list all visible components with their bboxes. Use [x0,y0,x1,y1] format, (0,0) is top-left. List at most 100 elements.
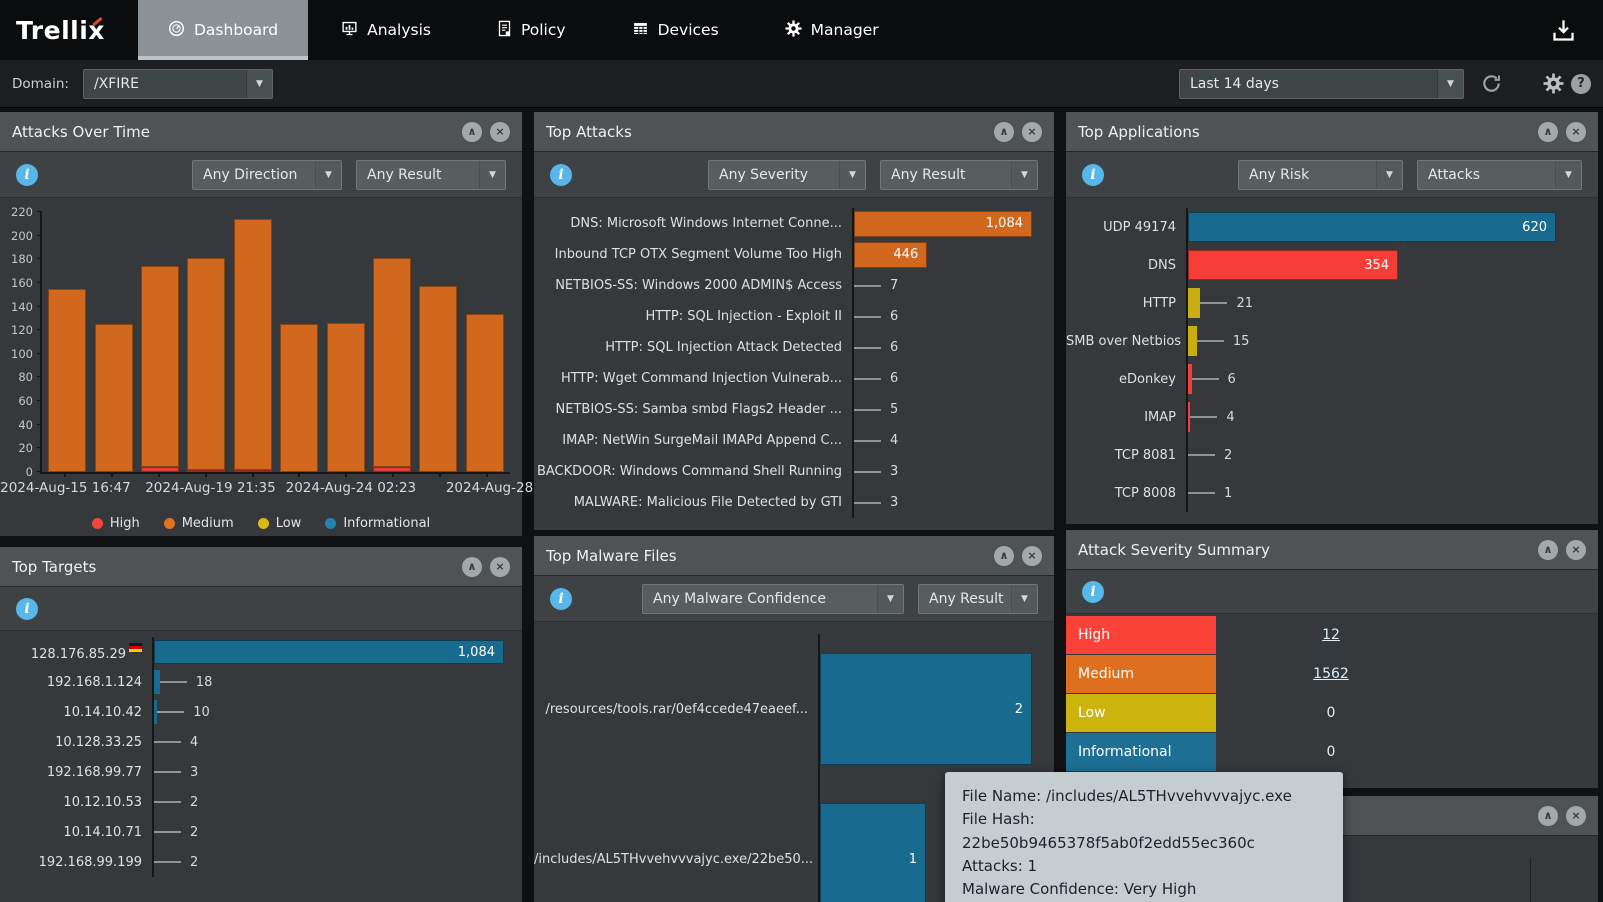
result-select[interactable]: Any Result ▼ [356,160,506,190]
x-axis-tick [252,472,254,477]
row-label: 192.168.1.124 [0,675,152,690]
collapse-icon[interactable]: ∧ [994,122,1014,142]
info-icon[interactable]: i [1082,164,1104,186]
column-bar[interactable] [280,324,318,472]
chart-row: HTTP: SQL Injection Attack Detected6 [534,332,1054,363]
column-bar[interactable] [373,258,411,472]
help-icon[interactable]: ? [1571,74,1591,94]
bar-UDP 49174[interactable]: 620 [1188,212,1556,242]
column-bar[interactable] [419,286,457,472]
close-icon[interactable]: × [490,122,510,142]
result-select[interactable]: Any Result ▼ [918,584,1038,614]
collapse-icon[interactable]: ∧ [462,122,482,142]
bar-value: 2 [190,855,198,870]
time-range-select[interactable]: Last 14 days ▼ [1179,69,1464,99]
bar-/resources/tools.rar/0ef4ccede47eaeef...[interactable]: 2 [820,653,1032,765]
collapse-icon[interactable]: ∧ [994,546,1014,566]
chart-row: BACKDOOR: Windows Command Shell Running3 [534,456,1054,487]
chevron-down-icon: ▼ [1555,161,1581,189]
row-label: DNS [1066,258,1186,273]
segment-medium [373,258,411,467]
bar-value: 2 [1015,702,1031,717]
malware-confidence-select[interactable]: Any Malware Confidence ▼ [642,584,904,614]
close-icon[interactable]: × [1566,540,1586,560]
collapse-icon[interactable]: ∧ [1538,540,1558,560]
chart-row: HTTP: SQL Injection - Exploit II6 [534,301,1054,332]
row-label: 192.168.99.199 [0,855,152,870]
row-label: BACKDOOR: Windows Command Shell Running [534,464,852,479]
close-icon[interactable]: × [1566,806,1586,826]
value-stem [1188,454,1215,456]
result-select[interactable]: Any Result ▼ [880,160,1038,190]
bar-value: 18 [196,675,213,690]
panel-title: Attacks Over Time [12,123,150,141]
column-bar[interactable] [466,314,504,472]
bar-SMB over Netbios[interactable] [1188,326,1197,356]
collapse-icon[interactable]: ∧ [1538,806,1558,826]
close-icon[interactable]: × [490,557,510,577]
bar-area: 2 [152,847,506,877]
column-bar[interactable] [187,258,225,472]
row-label: SMB over Netbios [1066,334,1186,349]
info-icon[interactable]: i [1082,581,1104,603]
tab-analysis[interactable]: Analysis [308,0,464,60]
refresh-icon[interactable] [1480,72,1503,95]
y-axis-tick-label: 40 [18,418,33,432]
column-bar[interactable] [141,266,179,472]
bar-DNS: Microsoft Windows Internet Conne...[interactable]: 1,084 [854,211,1032,237]
gear-icon[interactable] [1543,73,1564,94]
chevron-down-icon: ▼ [1011,585,1037,613]
row-label: IMAP [1066,410,1186,425]
tab-policy[interactable]: Policy [464,0,599,60]
severity-select[interactable]: Any Severity ▼ [708,160,866,190]
severity-count-link[interactable]: 1562 [1313,666,1349,682]
column-bar[interactable] [327,323,365,472]
info-icon[interactable]: i [550,164,572,186]
domain-select[interactable]: /XFIRE ▼ [83,69,273,99]
metric-select[interactable]: Attacks ▼ [1417,160,1582,190]
collapse-icon[interactable]: ∧ [1538,122,1558,142]
bar-Inbound TCP OTX Segment Volume Too High[interactable]: 446 [854,242,927,268]
download-icon[interactable] [1550,17,1577,44]
row-label: UDP 49174 [1066,220,1186,235]
tab-label: Devices [658,21,719,39]
panel-title: Top Attacks [546,123,632,141]
bar-value: 4 [890,433,898,448]
severity-count: 0 [1327,705,1336,721]
tab-dashboard[interactable]: Dashboard [138,0,308,60]
segment-medium [419,286,457,472]
column-bar[interactable] [48,289,86,472]
chart-row: 10.128.33.254 [0,727,522,757]
panel-header: Top Targets ∧ × [0,547,522,587]
bar-HTTP[interactable] [1188,288,1200,318]
direction-select[interactable]: Any Direction ▼ [192,160,342,190]
tab-manager[interactable]: Manager [752,0,912,60]
panel-title: Top Targets [12,558,96,576]
legend-item: Informational [325,516,430,531]
severity-count-link[interactable]: 12 [1322,627,1340,643]
bar-area: 1,084 [152,637,506,667]
bar-DNS[interactable]: 354 [1188,250,1398,280]
collapse-icon[interactable]: ∧ [462,557,482,577]
bar-area: 7 [852,270,1034,301]
chevron-down-icon: ▼ [1437,70,1463,98]
tooltip-line: File Hash: 22be50b9465378f5ab0f2edd55ec3… [962,808,1326,855]
bar-/includes/AL5THvvehvvvajyc.exe/22be50...[interactable]: 1 [820,803,926,902]
y-axis-tick-label: 220 [11,205,33,219]
close-icon[interactable]: × [1022,122,1042,142]
tab-devices[interactable]: Devices [599,0,752,60]
value-stem [160,681,187,683]
bar-128.176.85.29[interactable]: 1,084 [154,640,504,664]
risk-select[interactable]: Any Risk ▼ [1238,160,1403,190]
y-axis-tick-label: 120 [11,323,33,337]
info-icon[interactable]: i [16,598,38,620]
info-icon[interactable]: i [550,588,572,610]
info-icon[interactable]: i [16,164,38,186]
column-bar[interactable] [234,219,272,472]
row-label: HTTP [1066,296,1186,311]
close-icon[interactable]: × [1566,122,1586,142]
domain-bar: Domain: /XFIRE ▼ Last 14 days ▼ ? [0,60,1603,108]
column-bar[interactable] [95,324,133,472]
x-axis-tick [439,472,441,477]
close-icon[interactable]: × [1022,546,1042,566]
